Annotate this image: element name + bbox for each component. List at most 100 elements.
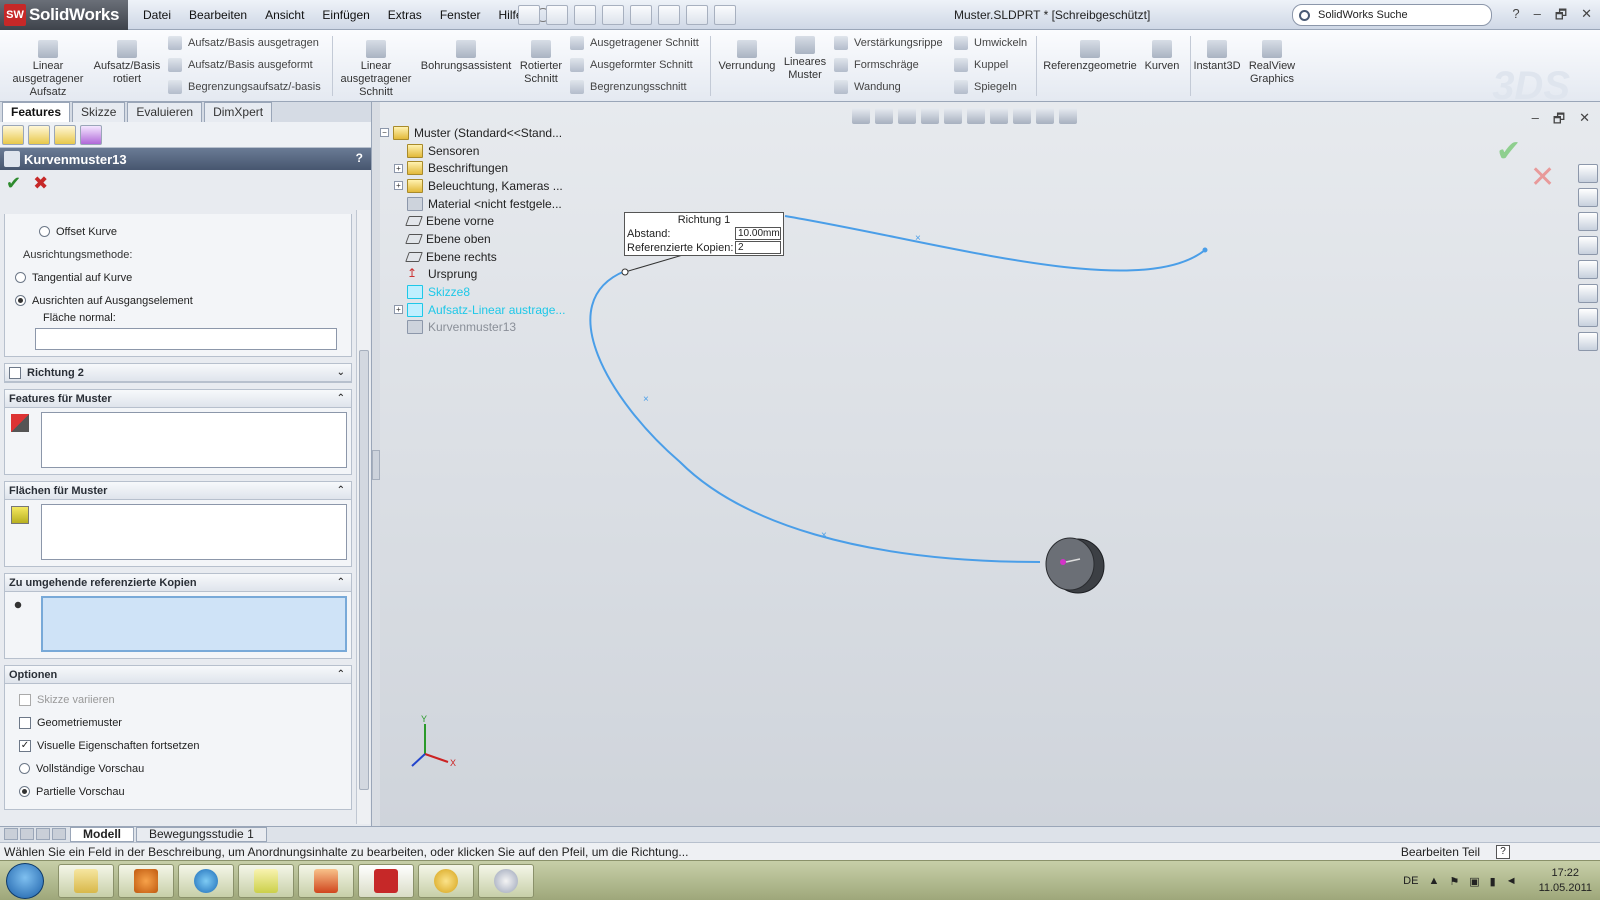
property-manager-icon[interactable] <box>28 125 50 145</box>
expand-icon[interactable]: + <box>394 305 403 315</box>
partial-preview-radio[interactable] <box>19 786 30 797</box>
faces-group-header[interactable]: Flächen für Muster ⌃ <box>5 482 351 500</box>
tab-skizze[interactable]: Skizze <box>72 102 126 122</box>
language-indicator[interactable]: DE <box>1403 875 1418 887</box>
menu-extras[interactable]: Extras <box>379 8 431 22</box>
zoom-to-area-icon[interactable] <box>875 108 893 124</box>
curves-button[interactable]: Kurven <box>1140 40 1184 73</box>
start-button-icon[interactable] <box>6 863 44 899</box>
next-tab-icon[interactable] <box>36 827 50 840</box>
chevron-up-icon[interactable]: ⌃ <box>337 393 345 404</box>
feature-manager-icon[interactable] <box>2 125 24 145</box>
taskbar-internet-explorer[interactable] <box>178 864 234 898</box>
menu-datei[interactable]: Datei <box>134 8 180 22</box>
select-icon[interactable] <box>658 5 680 25</box>
tree-item-extrude[interactable]: + Aufsatz-Linear austrage... <box>380 301 580 319</box>
view-palette-icon[interactable] <box>1578 260 1598 279</box>
taskbar-presentation[interactable] <box>298 864 354 898</box>
tangent-radio[interactable] <box>15 272 26 283</box>
callout-copies-value[interactable]: 2 <box>735 241 781 254</box>
dimxpert-manager-icon[interactable] <box>80 125 102 145</box>
linear-pattern-button[interactable]: Lineares Muster <box>780 36 830 82</box>
features-to-pattern-list[interactable] <box>41 412 347 468</box>
lofted-boss-button[interactable]: Aufsatz/Basis ausgeformt <box>168 56 313 74</box>
swept-boss-button[interactable]: Aufsatz/Basis ausgetragen <box>168 34 319 52</box>
linear-cut-button[interactable]: Linear ausgetragener Schnitt <box>336 40 416 99</box>
edit-appearance-icon[interactable] <box>1013 108 1031 124</box>
first-tab-icon[interactable] <box>4 827 18 840</box>
tab-features[interactable]: Features <box>2 102 71 122</box>
tree-item-lights[interactable]: + Beleuchtung, Kameras ... <box>380 177 580 195</box>
cylinder-face[interactable] <box>1045 537 1095 591</box>
collapse-icon[interactable]: − <box>380 128 389 138</box>
linear-boss-button[interactable]: Linear ausgetragener Aufsatz <box>8 40 88 99</box>
instant3d-button[interactable]: Instant3D <box>1190 40 1244 73</box>
curve-endpoint[interactable] <box>621 268 629 276</box>
geometry-pattern-option[interactable]: Geometriemuster <box>19 711 347 734</box>
face-normal-field[interactable] <box>35 328 337 350</box>
doc-close-button[interactable]: ✕ <box>1579 110 1590 132</box>
tree-root[interactable]: − Muster (Standard<<Stand... <box>380 124 580 142</box>
boundary-cut-button[interactable]: Begrenzungsschnitt <box>570 78 687 96</box>
confirmation-cancel-icon[interactable]: ✕ <box>1530 160 1555 195</box>
mirror-button[interactable]: Spiegeln <box>954 78 1017 96</box>
new-document-icon[interactable] <box>518 5 540 25</box>
options-icon[interactable] <box>714 5 736 25</box>
search-box[interactable]: SolidWorks Suche <box>1292 4 1492 26</box>
features-group-header[interactable]: Features für Muster ⌃ <box>5 390 351 408</box>
offset-curve-option[interactable]: Offset Kurve <box>9 220 347 243</box>
clock[interactable]: 17:22 11.05.2011 <box>1539 866 1592 896</box>
restore-button[interactable]: 🗗 <box>1555 6 1567 28</box>
direction2-header[interactable]: Richtung 2 ⌄ <box>5 364 351 382</box>
doc-minimize-button[interactable]: – <box>1532 110 1539 132</box>
rebuild-icon[interactable] <box>686 5 708 25</box>
tree-item-origin[interactable]: ↥ Ursprung <box>380 266 580 284</box>
geometry-pattern-checkbox[interactable] <box>19 716 31 729</box>
help-menu-button[interactable]: ? <box>1512 6 1519 28</box>
full-preview-radio[interactable] <box>19 763 30 774</box>
zoom-to-fit-icon[interactable] <box>852 108 870 124</box>
align-seed-option[interactable]: Ausrichten auf Ausgangselement <box>9 289 347 312</box>
taskbar-media-player[interactable] <box>118 864 174 898</box>
action-center-icon[interactable]: ⚑ <box>1449 875 1459 888</box>
full-preview-option[interactable]: Vollständige Vorschau <box>19 757 347 780</box>
show-hidden-icons-icon[interactable]: ▲ <box>1428 875 1439 887</box>
dome-button[interactable]: Kuppel <box>954 56 1008 74</box>
tree-item-top-plane[interactable]: Ebene oben <box>380 230 580 248</box>
volume-icon[interactable]: ◄ <box>1506 875 1517 887</box>
direction2-checkbox[interactable] <box>9 366 21 379</box>
search-results-icon[interactable] <box>1578 236 1598 255</box>
taskbar-paint[interactable] <box>478 864 534 898</box>
partial-preview-option[interactable]: Partielle Vorschau <box>19 780 347 803</box>
scrollbar-thumb[interactable] <box>359 350 369 790</box>
curve-endpoint[interactable] <box>1202 247 1208 253</box>
undo-icon[interactable] <box>630 5 652 25</box>
solidworks-resources-icon[interactable] <box>1578 164 1598 183</box>
panel-splitter[interactable] <box>372 450 380 480</box>
offset-curve-radio[interactable] <box>39 226 50 237</box>
forum-icon[interactable] <box>1578 332 1598 351</box>
expand-icon[interactable]: + <box>394 181 403 191</box>
hole-wizard-button[interactable]: Bohrungsassistent <box>418 40 514 73</box>
vary-sketch-checkbox[interactable] <box>19 693 31 706</box>
chevron-down-icon[interactable]: ⌄ <box>337 367 345 378</box>
guide-curve[interactable] <box>589 270 1041 563</box>
prev-tab-icon[interactable] <box>20 827 34 840</box>
wrap-button[interactable]: Umwickeln <box>954 34 1027 52</box>
tree-item-annotations[interactable]: + Beschriftungen <box>380 159 580 177</box>
tree-item-curve-pattern[interactable]: Kurvenmuster13 <box>380 319 580 337</box>
apply-scene-icon[interactable] <box>1036 108 1054 124</box>
network-icon[interactable]: ▮ <box>1490 875 1496 888</box>
minimize-button[interactable]: – <box>1534 6 1541 28</box>
expand-icon[interactable]: + <box>394 163 403 173</box>
display-style-icon[interactable] <box>967 108 985 124</box>
taskbar-solidworks[interactable] <box>358 864 414 898</box>
cancel-button[interactable]: ✖ <box>33 173 48 194</box>
tree-item-sketch8[interactable]: Skizze8 <box>380 283 580 301</box>
draft-button[interactable]: Formschräge <box>834 56 919 74</box>
tab-evaluieren[interactable]: Evaluieren <box>127 102 203 122</box>
view-orientation-icon[interactable] <box>944 108 962 124</box>
appearances-icon[interactable] <box>1578 284 1598 303</box>
boundary-boss-button[interactable]: Begrenzungsaufsatz/-basis <box>168 78 321 96</box>
menu-ansicht[interactable]: Ansicht <box>256 8 313 22</box>
